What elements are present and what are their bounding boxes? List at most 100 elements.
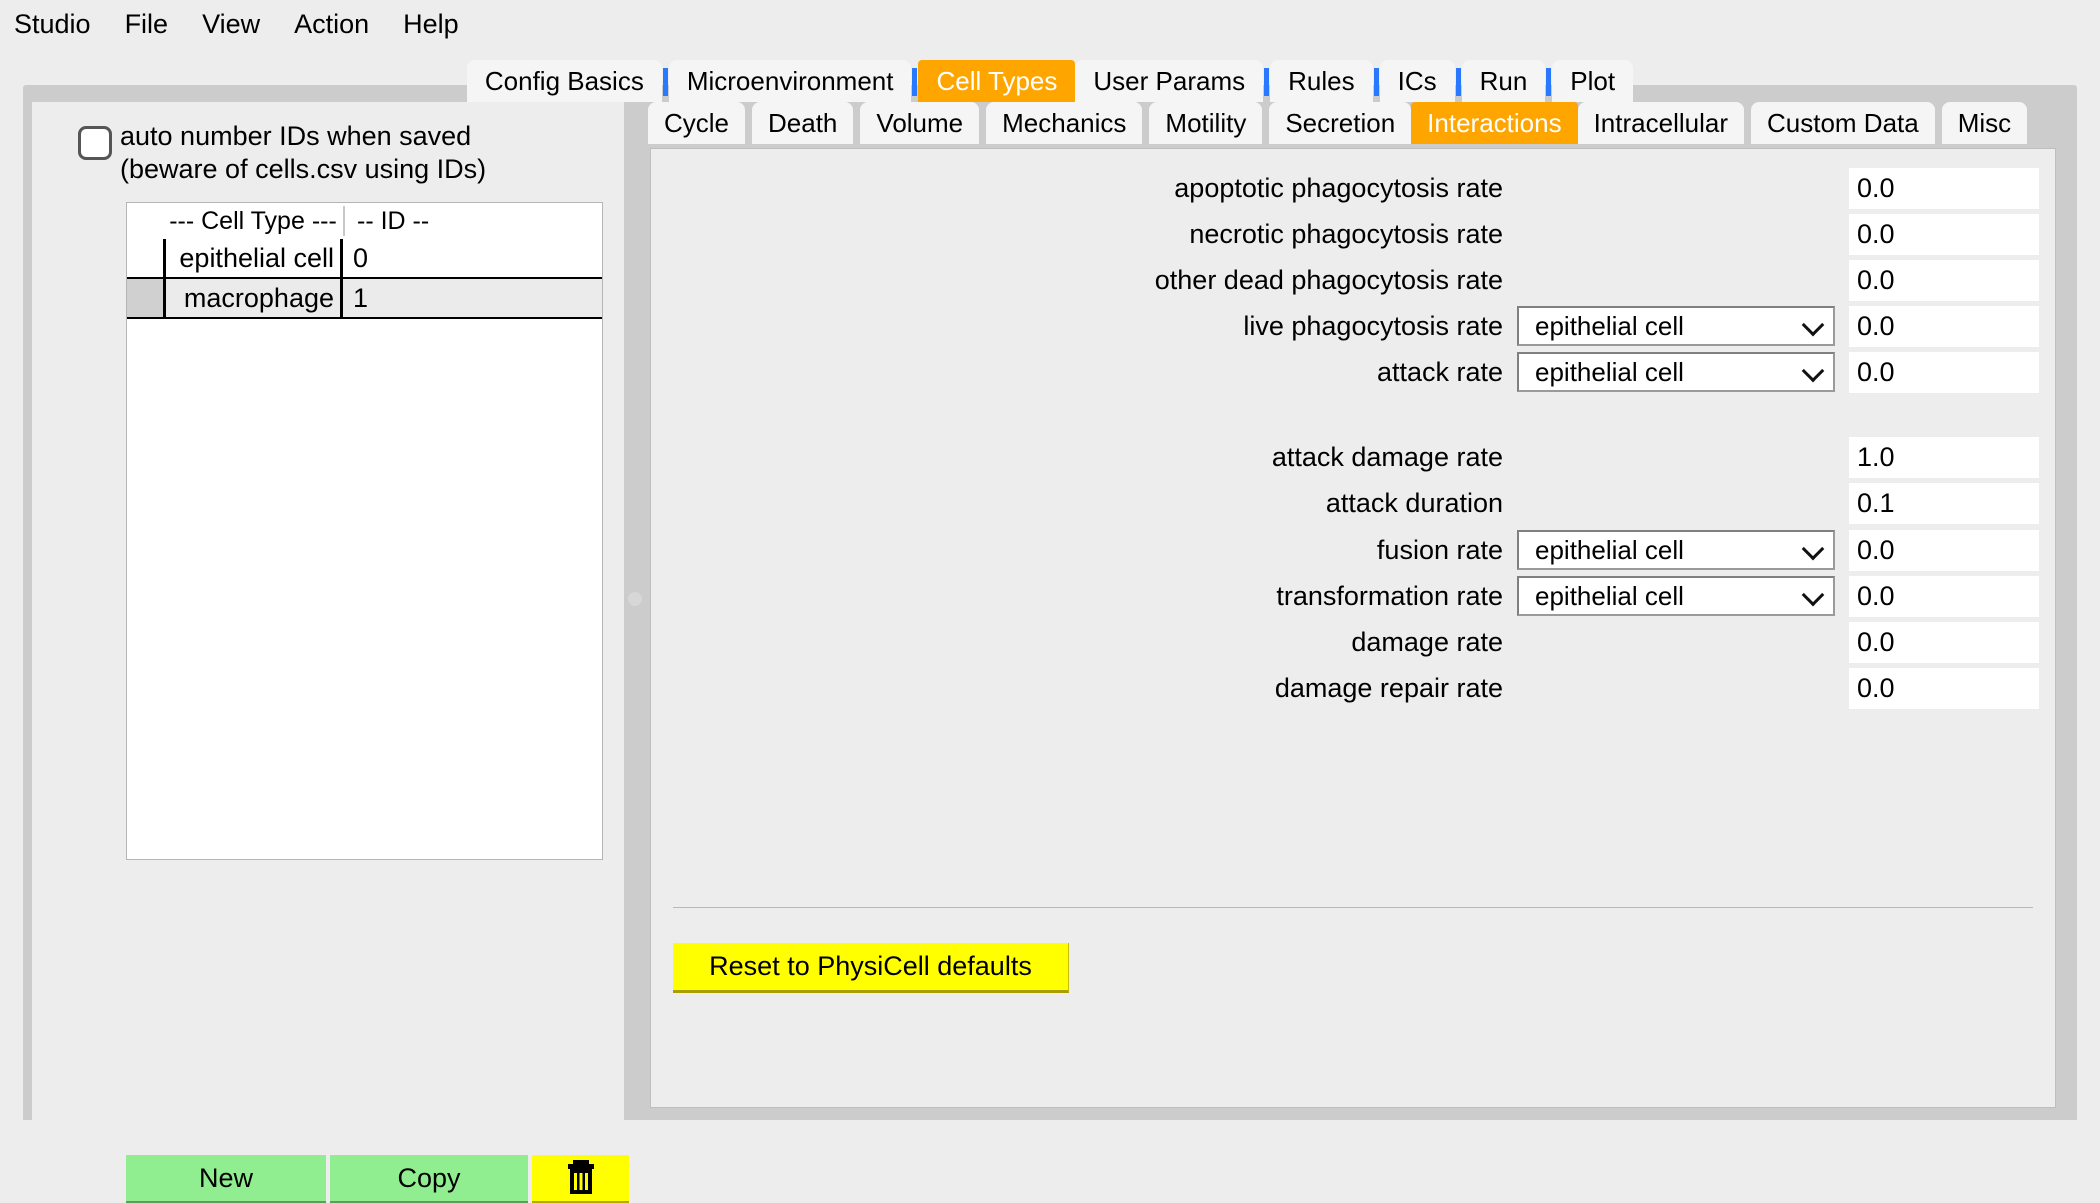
param-row-damage-rate: damage rate 1/min: [651, 620, 2055, 664]
table-row[interactable]: macrophage 1: [127, 279, 602, 319]
delete-cell-type-button[interactable]: [532, 1155, 629, 1203]
tab-interactions[interactable]: Interactions: [1411, 102, 1578, 144]
select-transformation-target-value: epithelial cell: [1535, 580, 1684, 611]
tab-volume[interactable]: Volume: [860, 102, 980, 144]
main-tab-bar: Config Basics Microenvironment Cell Type…: [23, 60, 2077, 102]
tab-config-basics[interactable]: Config Basics: [466, 60, 662, 102]
column-header-cell-type: --- Cell Type ---: [163, 206, 345, 236]
tab-misc[interactable]: Misc: [1941, 102, 2028, 144]
tab-ics[interactable]: ICs: [1379, 60, 1455, 102]
tab-motility[interactable]: Motility: [1149, 102, 1263, 144]
cell-type-name[interactable]: macrophage: [163, 279, 343, 317]
select-fusion-target-value: epithelial cell: [1535, 534, 1684, 565]
param-row-damage-repair-rate: damage repair rate 1/min: [651, 666, 2055, 710]
menu-item-help[interactable]: Help: [403, 9, 477, 40]
tab-separator: [1373, 68, 1379, 96]
label-necrotic-phagocytosis-rate: necrotic phagocytosis rate: [1189, 218, 1503, 249]
tab-separator: [1455, 68, 1461, 96]
tab-death[interactable]: Death: [752, 102, 854, 144]
menu-bar: Studio File View Action Help: [0, 0, 2100, 48]
param-row-apoptotic-phagocytosis-rate: apoptotic phagocytosis rate 1/min: [651, 166, 2055, 210]
tab-separator: [1264, 68, 1270, 96]
tab-separator: [1546, 68, 1552, 96]
reset-to-physicell-defaults-button[interactable]: Reset to PhysiCell defaults: [673, 943, 1069, 993]
cell-type-id[interactable]: 0: [343, 239, 602, 277]
tab-cell-types[interactable]: Cell Types: [918, 60, 1076, 102]
select-fusion-target[interactable]: epithelial cell: [1517, 530, 1835, 570]
input-damage-rate[interactable]: [1849, 621, 2039, 663]
cell-type-detail-panel: Cycle Death Volume Mechanics Motility Se…: [646, 102, 2069, 1120]
chevron-down-icon: [1803, 539, 1825, 561]
trash-icon: [564, 1159, 598, 1198]
row-handle[interactable]: [127, 239, 163, 277]
menu-item-view[interactable]: View: [202, 9, 278, 40]
auto-number-ids-label: auto number IDs when saved (beware of ce…: [120, 120, 486, 186]
label-damage-repair-rate: damage repair rate: [1274, 672, 1503, 703]
tab-mechanics[interactable]: Mechanics: [986, 102, 1143, 144]
tab-separator: [662, 68, 668, 96]
param-row-transformation-rate: transformation rate epithelial cell 1/mi…: [651, 574, 2055, 618]
copy-cell-type-button[interactable]: Copy: [330, 1155, 528, 1203]
split-container: auto number IDs when saved (beware of ce…: [23, 102, 2077, 1203]
input-attack-duration[interactable]: [1849, 482, 2039, 524]
tab-rules[interactable]: Rules: [1270, 60, 1373, 102]
cell-type-list-panel: auto number IDs when saved (beware of ce…: [32, 102, 629, 1203]
cell-type-id[interactable]: 1: [343, 279, 602, 317]
chevron-down-icon: [1803, 315, 1825, 337]
splitter-grip[interactable]: [628, 592, 642, 606]
input-fusion-rate[interactable]: [1849, 529, 2039, 571]
input-transformation-rate[interactable]: [1849, 575, 2039, 617]
param-row-fusion-rate: fusion rate epithelial cell 1/min: [651, 528, 2055, 572]
new-cell-type-button[interactable]: New: [126, 1155, 326, 1203]
input-damage-repair-rate[interactable]: [1849, 667, 2039, 709]
chevron-down-icon: [1803, 361, 1825, 383]
tab-plot[interactable]: Plot: [1552, 60, 1634, 102]
tab-intracellular[interactable]: Intracellular: [1577, 102, 1744, 144]
param-row-live-phagocytosis-rate: live phagocytosis rate epithelial cell 1…: [651, 304, 2055, 348]
pane-splitter[interactable]: [624, 102, 646, 1120]
auto-number-ids-checkbox[interactable]: [78, 126, 112, 160]
chevron-down-icon: [1803, 585, 1825, 607]
cell-type-action-buttons: New Copy: [126, 1155, 631, 1203]
select-attack-target-value: epithelial cell: [1535, 356, 1684, 387]
tab-custom-data[interactable]: Custom Data: [1750, 102, 1935, 144]
menu-item-action[interactable]: Action: [294, 9, 387, 40]
tab-user-params[interactable]: User Params: [1075, 60, 1264, 102]
main-window-frame: Config Basics Microenvironment Cell Type…: [23, 60, 2077, 1203]
auto-number-ids-row: auto number IDs when saved (beware of ce…: [78, 120, 486, 186]
label-attack-damage-rate: attack damage rate: [1271, 441, 1503, 472]
cell-type-table[interactable]: --- Cell Type --- -- ID -- epithelial ce…: [126, 202, 603, 860]
select-attack-target[interactable]: epithelial cell: [1517, 352, 1835, 392]
auto-number-ids-label-line1: auto number IDs when saved: [120, 121, 472, 151]
label-attack-duration: attack duration: [1325, 487, 1503, 518]
tab-run[interactable]: Run: [1461, 60, 1546, 102]
table-row[interactable]: epithelial cell 0: [127, 239, 602, 279]
label-live-phagocytosis-rate: live phagocytosis rate: [1243, 310, 1503, 341]
input-necrotic-phagocytosis-rate[interactable]: [1849, 213, 2039, 255]
interactions-panel: apoptotic phagocytosis rate 1/min necrot…: [650, 148, 2056, 1108]
row-handle[interactable]: [127, 279, 163, 317]
select-live-phagocytosis-target[interactable]: epithelial cell: [1517, 306, 1835, 346]
section-divider: [673, 907, 2033, 908]
label-other-dead-phagocytosis-rate: other dead phagocytosis rate: [1154, 264, 1503, 295]
tab-microenvironment[interactable]: Microenvironment: [668, 60, 912, 102]
tab-cycle[interactable]: Cycle: [648, 102, 746, 144]
param-row-other-dead-phagocytosis-rate: other dead phagocytosis rate 1/min: [651, 258, 2055, 302]
input-attack-damage-rate[interactable]: [1849, 436, 2039, 478]
input-other-dead-phagocytosis-rate[interactable]: [1849, 259, 2039, 301]
cell-type-name[interactable]: epithelial cell: [163, 239, 343, 277]
menu-item-studio[interactable]: Studio: [14, 9, 109, 40]
sub-tab-bar: Cycle Death Volume Mechanics Motility Se…: [646, 102, 2028, 144]
select-live-phagocytosis-target-value: epithelial cell: [1535, 310, 1684, 341]
input-live-phagocytosis-rate[interactable]: [1849, 305, 2039, 347]
label-attack-rate: attack rate: [1376, 356, 1503, 387]
param-row-attack-duration: attack duration min: [651, 481, 2055, 525]
menu-item-file[interactable]: File: [125, 9, 187, 40]
label-transformation-rate: transformation rate: [1276, 580, 1503, 611]
input-apoptotic-phagocytosis-rate[interactable]: [1849, 167, 2039, 209]
input-attack-rate[interactable]: [1849, 351, 2039, 393]
select-transformation-target[interactable]: epithelial cell: [1517, 576, 1835, 616]
label-fusion-rate: fusion rate: [1376, 534, 1503, 565]
label-damage-rate: damage rate: [1351, 626, 1503, 657]
tab-secretion[interactable]: Secretion: [1269, 102, 1412, 144]
